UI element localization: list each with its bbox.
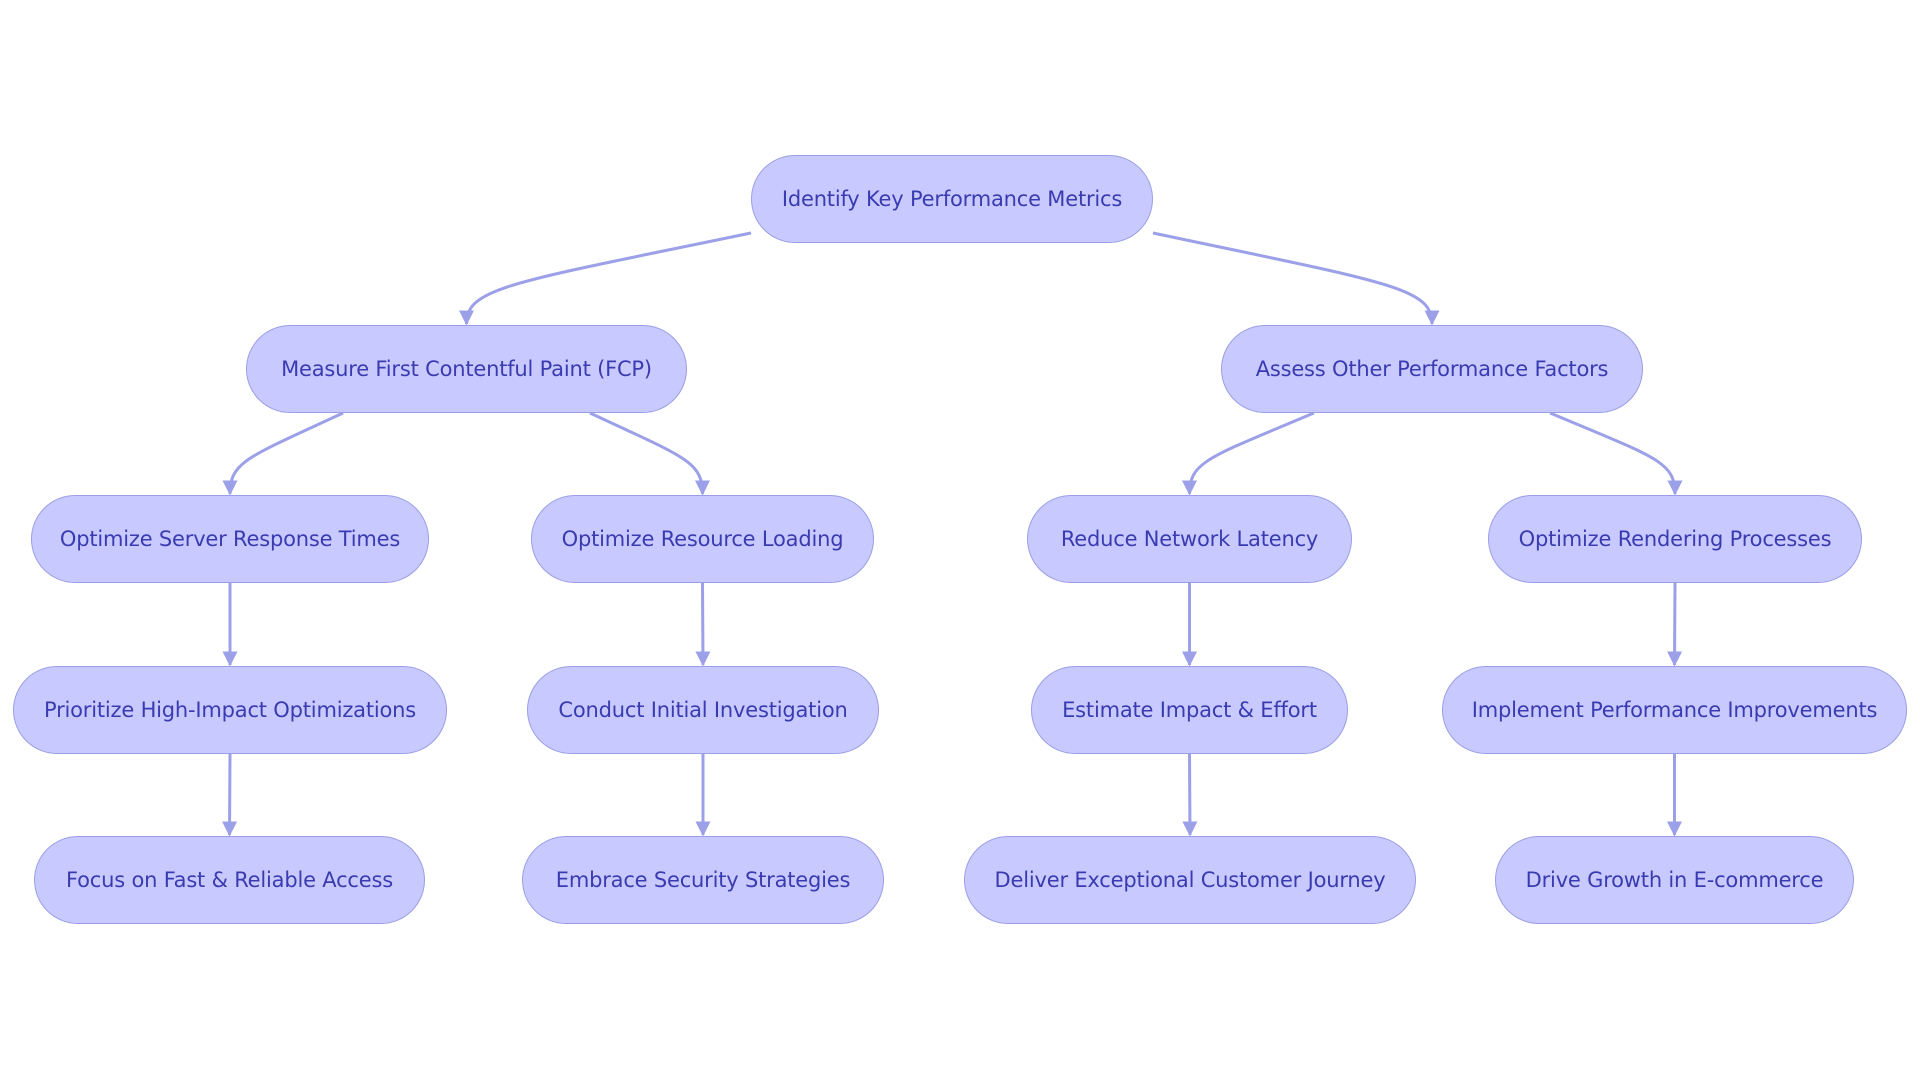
- node-server: Optimize Server Response Times: [31, 495, 429, 583]
- node-label: Conduct Initial Investigation: [558, 698, 848, 722]
- node-label: Optimize Rendering Processes: [1518, 527, 1832, 551]
- node-label: Assess Other Performance Factors: [1255, 357, 1609, 381]
- node-resource: Optimize Resource Loading: [531, 495, 874, 583]
- edge-other-to-rendering: [1549, 411, 1683, 496]
- node-label: Optimize Server Response Times: [59, 527, 401, 551]
- node-root: Identify Key Performance Metrics: [751, 155, 1153, 243]
- node-estimate: Estimate Impact & Effort: [1031, 666, 1348, 754]
- edge-fcp-to-resource: [589, 411, 710, 496]
- node-label: Reduce Network Latency: [1060, 527, 1319, 551]
- node-growth: Drive Growth in E-commerce: [1495, 836, 1854, 924]
- node-label: Implement Performance Improvements: [1471, 698, 1878, 722]
- node-label: Focus on Fast & Reliable Access: [66, 868, 393, 892]
- edge-estimate-to-journey: [1182, 753, 1198, 837]
- edge-fcp-to-server: [222, 411, 344, 496]
- node-prioritize: Prioritize High-Impact Optimizations: [13, 666, 447, 754]
- node-label: Optimize Resource Loading: [561, 527, 844, 551]
- node-journey: Deliver Exceptional Customer Journey: [964, 836, 1416, 924]
- node-focus: Focus on Fast & Reliable Access: [34, 836, 425, 924]
- edge-root-to-fcp: [459, 231, 752, 326]
- node-rendering: Optimize Rendering Processes: [1488, 495, 1862, 583]
- edge-prioritize-to-focus: [222, 753, 238, 837]
- node-label: Prioritize High-Impact Optimizations: [44, 698, 416, 722]
- node-label: Identify Key Performance Metrics: [781, 187, 1123, 211]
- node-other: Assess Other Performance Factors: [1221, 325, 1643, 413]
- node-label: Measure First Contentful Paint (FCP): [281, 357, 652, 381]
- edge-rendering-to-implement: [1667, 582, 1683, 667]
- edge-other-to-latency: [1182, 411, 1315, 496]
- node-label: Embrace Security Strategies: [555, 868, 851, 892]
- node-implement: Implement Performance Improvements: [1442, 666, 1907, 754]
- node-label: Drive Growth in E-commerce: [1525, 868, 1824, 892]
- node-fcp: Measure First Contentful Paint (FCP): [246, 325, 687, 413]
- edge-resource-to-investigate: [695, 582, 711, 667]
- node-latency: Reduce Network Latency: [1027, 495, 1352, 583]
- node-label: Estimate Impact & Effort: [1062, 698, 1317, 722]
- node-investigate: Conduct Initial Investigation: [527, 666, 879, 754]
- node-security: Embrace Security Strategies: [522, 836, 884, 924]
- edge-root-to-other: [1152, 231, 1440, 326]
- node-label: Deliver Exceptional Customer Journey: [994, 868, 1386, 892]
